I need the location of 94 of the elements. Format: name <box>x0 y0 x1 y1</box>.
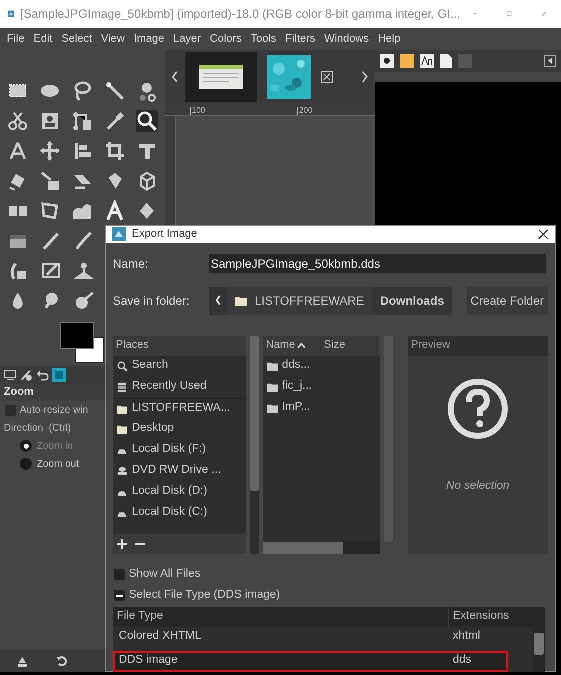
place-item[interactable]: DVD RW Drive ... <box>113 460 246 482</box>
folder-icon <box>235 296 247 306</box>
menu-item[interactable]: Windows <box>324 30 370 48</box>
column-header[interactable]: Name <box>263 336 322 356</box>
column-header[interactable]: Places <box>113 336 246 356</box>
monitor-icon[interactable] <box>4 368 17 382</box>
text-icon[interactable] <box>104 200 126 222</box>
menu-item[interactable]: Image <box>134 30 165 48</box>
magnifier-icon[interactable] <box>136 110 158 132</box>
wand-icon[interactable] <box>104 80 126 102</box>
back-button[interactable] <box>209 286 227 314</box>
column-header[interactable]: File Type <box>113 606 449 626</box>
chevron-left-icon <box>214 295 222 306</box>
undo-icon[interactable] <box>36 368 49 382</box>
place-item[interactable]: Local Disk (F:) <box>113 440 246 460</box>
options-title: Zoom <box>0 384 105 401</box>
place-item[interactable]: Search <box>113 356 246 376</box>
direction-label: Direction (Ctrl) <box>3 422 72 436</box>
checkbox[interactable] <box>5 404 16 416</box>
menu-item[interactable]: Edit <box>34 30 53 48</box>
document-icon[interactable] <box>440 54 452 68</box>
path-button[interactable]: LISTOFFREEWARE <box>227 286 372 314</box>
ruler-label: 200 <box>297 107 313 115</box>
menu-item[interactable]: Select <box>62 30 92 48</box>
magnifier-icon <box>117 360 128 372</box>
stamp-icon[interactable] <box>72 260 95 282</box>
app-icon <box>112 227 126 242</box>
crop-icon[interactable] <box>104 140 126 162</box>
scrollbar-thumb[interactable] <box>534 632 544 654</box>
close-icon[interactable] <box>538 228 549 240</box>
radio-button[interactable] <box>20 458 32 470</box>
window-title: [SampleJPGImage_50kbmb] (imported)-18.0 (RGB color 8-bit gamma integer, GI... <box>20 6 461 23</box>
path-button[interactable]: Downloads <box>372 286 452 314</box>
menu-item[interactable]: File <box>7 30 25 48</box>
radio-label: Zoom out <box>37 458 80 472</box>
menu-item[interactable]: Tools <box>250 30 277 48</box>
scissors-icon[interactable] <box>7 110 30 132</box>
cage-icon[interactable] <box>39 200 62 222</box>
checkbox[interactable] <box>114 569 125 580</box>
column-header[interactable]: Extensions <box>449 606 533 626</box>
file-type-row[interactable]: DDS image dds <box>113 650 508 672</box>
chevron-right-icon[interactable] <box>361 70 369 82</box>
folder-icon <box>267 402 280 414</box>
scrollbar-thumb[interactable] <box>250 336 260 490</box>
preview-header: Preview <box>408 336 548 356</box>
scrollbar-thumb[interactable] <box>263 542 344 554</box>
folder-icon <box>117 404 128 414</box>
place-item[interactable]: Recently Used <box>113 376 246 398</box>
reset-icon[interactable] <box>56 655 68 667</box>
close-box-icon[interactable] <box>321 70 333 82</box>
radio-button[interactable] <box>20 440 32 452</box>
font-icon[interactable] <box>420 54 434 68</box>
checkbox-label: Auto-resize win <box>20 404 88 418</box>
place-item[interactable]: Desktop <box>113 418 246 440</box>
file-row[interactable]: ImP... <box>263 398 380 418</box>
name-label: Name: <box>113 256 150 272</box>
place-item[interactable]: Local Disk (D:) <box>113 482 246 502</box>
menu-item[interactable]: Help <box>378 30 401 48</box>
file-type-row[interactable]: Colored XHTML xhtml <box>113 626 533 648</box>
menu-item[interactable]: Layer <box>174 30 202 48</box>
question-icon <box>447 378 510 440</box>
file-row[interactable]: fic_j... <box>263 376 380 398</box>
menu-item[interactable]: Colors <box>210 30 242 48</box>
create-folder-button[interactable]: Create Folder <box>466 286 548 314</box>
image-tab[interactable] <box>185 52 257 102</box>
folder-icon <box>117 424 128 434</box>
scrollbar-track[interactable] <box>263 542 380 554</box>
preview-message: No selection <box>446 478 510 494</box>
dialog-title: Export Image <box>132 227 198 242</box>
folder-label: Save in folder: <box>113 292 191 310</box>
scrollbar-track[interactable] <box>250 336 260 554</box>
scrollbar-track[interactable] <box>533 606 545 672</box>
plus-icon[interactable] <box>117 538 127 548</box>
expander[interactable] <box>114 590 125 601</box>
column-header[interactable]: Size <box>321 336 378 356</box>
chevron-left-icon[interactable] <box>171 70 179 82</box>
folder-icon <box>267 360 280 372</box>
place-item[interactable]: Local Disk (C:) <box>113 502 246 524</box>
expander-label: Select File Type (DDS image) <box>129 588 280 603</box>
sort-up-icon <box>297 342 306 348</box>
arrow-box-icon[interactable] <box>39 170 62 192</box>
window-thumbnail-icon <box>199 64 243 88</box>
color-swatch-drawing[interactable] <box>60 322 104 363</box>
disc-drive-icon <box>117 466 128 476</box>
menu-item[interactable]: View <box>101 30 125 48</box>
place-item[interactable]: LISTOFFREEWA... <box>113 398 246 418</box>
folder-icon <box>267 382 280 392</box>
file-row[interactable]: dds... <box>263 356 380 376</box>
move-icon[interactable] <box>39 140 62 162</box>
ruler-label: 100 <box>190 107 206 115</box>
checkbox-label: Show All Files <box>129 566 201 582</box>
name-field[interactable]: SampleJPGImage_50kbmb.dds <box>209 254 546 273</box>
menu-item[interactable]: Filters <box>286 30 316 48</box>
radio-label: Zoom in <box>37 440 74 454</box>
